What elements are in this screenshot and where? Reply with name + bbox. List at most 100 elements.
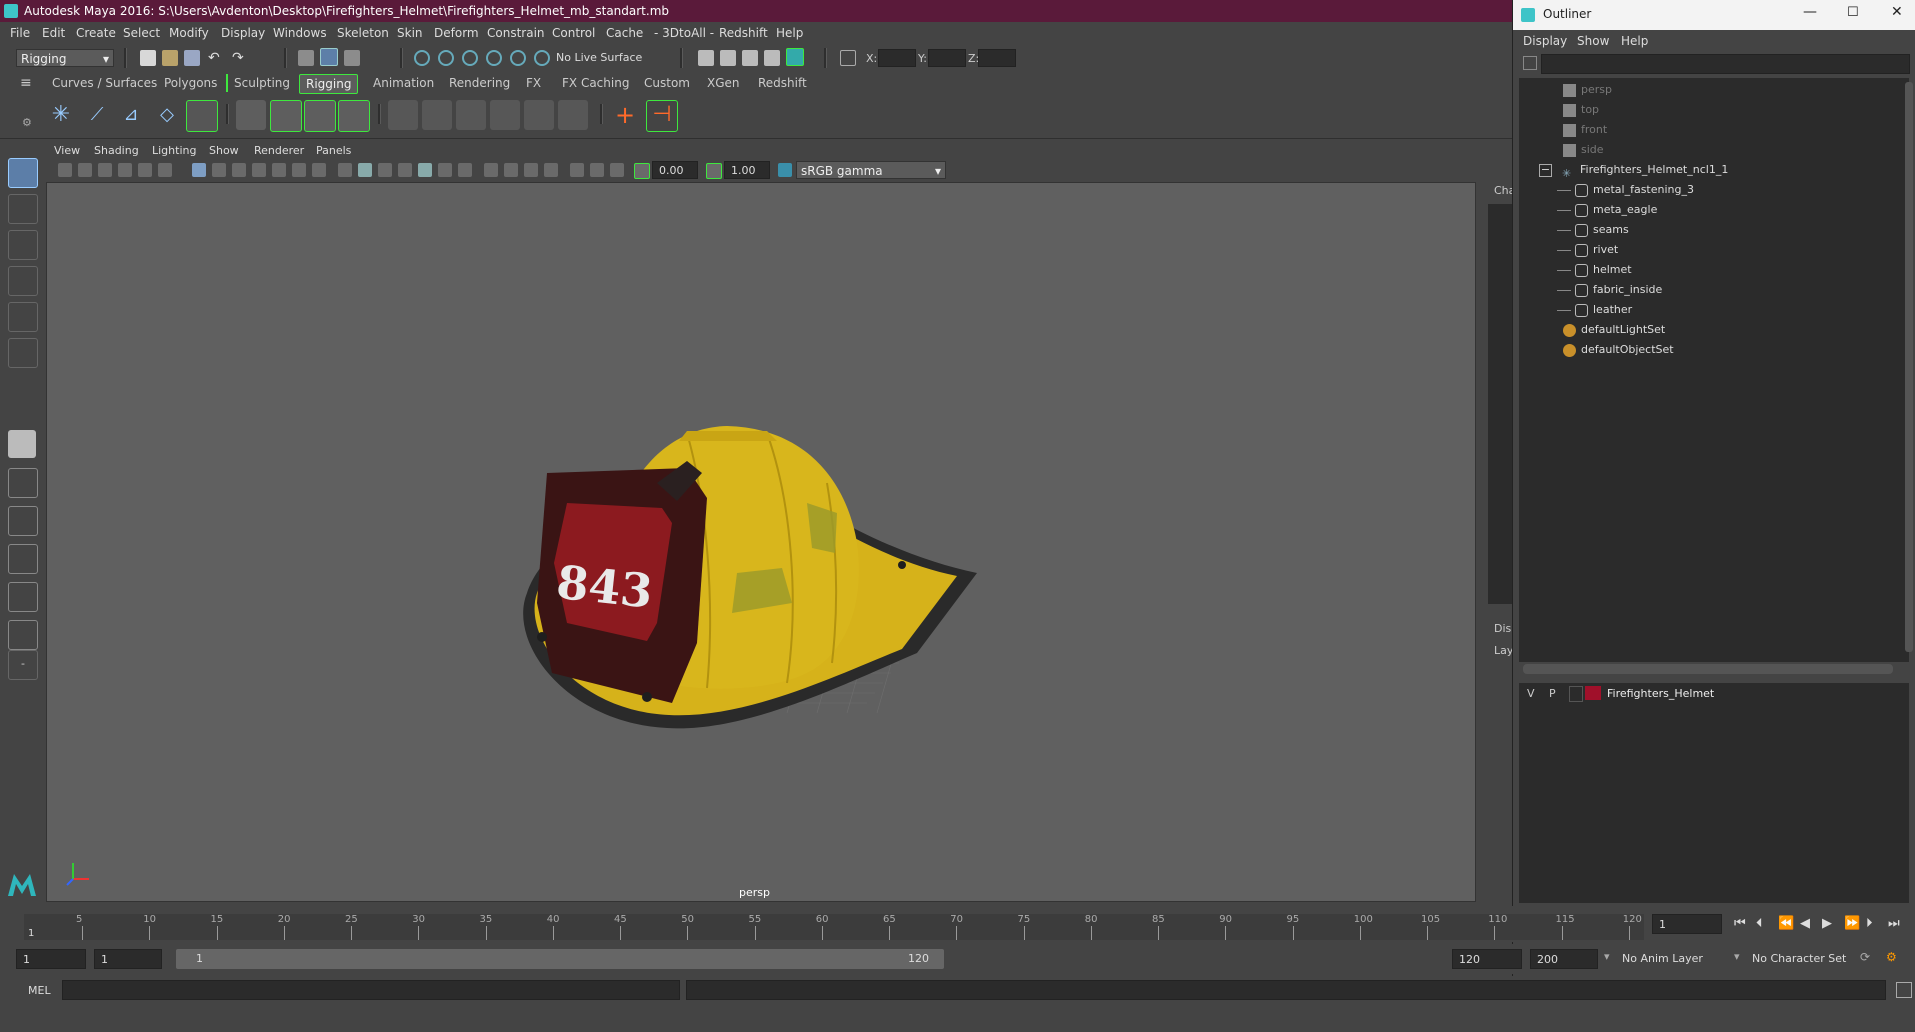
tab-rendering[interactable]: Rendering <box>443 74 516 92</box>
move-tool-icon[interactable] <box>8 266 38 296</box>
playback-end-field[interactable]: 120 <box>1452 949 1522 969</box>
select-by-component-icon[interactable] <box>344 50 360 66</box>
auto-key-icon[interactable]: ⟳ <box>1860 950 1870 964</box>
ik-handle-icon[interactable]: ⟋ <box>82 100 112 130</box>
menu-constrain[interactable]: Constrain <box>487 22 545 44</box>
depth-of-field-icon[interactable] <box>524 163 538 177</box>
menu-help[interactable]: Help <box>776 22 803 44</box>
motion-blur-icon[interactable] <box>484 163 498 177</box>
render-view-icon[interactable] <box>698 50 714 66</box>
list-item[interactable]: defaultLightSet <box>1563 320 1665 340</box>
gate-mask-icon[interactable] <box>252 163 266 177</box>
step-forward-key-icon[interactable]: ⏵ <box>1866 916 1873 931</box>
tab-custom[interactable]: Custom <box>638 74 696 92</box>
safe-title-icon[interactable] <box>312 163 326 177</box>
menu-control[interactable]: Control <box>552 22 595 44</box>
menu-file[interactable]: File <box>10 22 30 44</box>
mode-dropdown[interactable]: Rigging ▾ <box>16 49 114 67</box>
bookmark-icon[interactable] <box>98 163 112 177</box>
layer-color-swatch[interactable] <box>1585 686 1601 700</box>
point-constraint-icon[interactable] <box>388 100 418 130</box>
step-back-key-icon[interactable]: ⏴ <box>1756 916 1763 931</box>
range-slider[interactable]: 1 120 <box>176 949 944 969</box>
field-chart-icon[interactable] <box>272 163 286 177</box>
exposure-field[interactable]: 0.00 <box>652 161 698 179</box>
screen-space-ao-icon[interactable] <box>458 163 472 177</box>
layer-row[interactable]: V P Firefighters_Helmet <box>1519 683 1909 703</box>
select-camera-icon[interactable] <box>58 163 72 177</box>
layer-playback-toggle[interactable]: P <box>1549 687 1556 700</box>
y-field[interactable] <box>928 49 966 67</box>
transform-mode-icon[interactable] <box>840 50 856 66</box>
step-forward-frame-icon[interactable]: ⏩ <box>1844 916 1860 931</box>
tab-redshift[interactable]: Redshift <box>752 74 813 92</box>
menu-3dtoall[interactable]: - 3DtoAll - <box>654 22 714 44</box>
exposure-icon[interactable] <box>634 163 650 179</box>
list-item[interactable]: side <box>1563 140 1604 160</box>
outliner-search-input[interactable] <box>1541 54 1910 74</box>
menu-cache[interactable]: Cache <box>606 22 643 44</box>
collapse-icon[interactable]: − <box>1539 163 1552 177</box>
go-to-start-icon[interactable]: ⏮ <box>1734 916 1746 931</box>
panel-menu-lighting[interactable]: Lighting <box>152 142 196 160</box>
time-ruler[interactable]: 1 5 10 15 20 25 30 35 40 45 50 55 60 65 70 75 80 85 90 95 1… <box>24 914 1644 940</box>
layer-visibility-toggle[interactable]: V <box>1527 687 1535 700</box>
play-forwards-icon[interactable]: ▶ <box>1822 916 1832 931</box>
wireframe-on-shaded-icon[interactable] <box>378 163 392 177</box>
open-scene-icon[interactable] <box>162 50 178 66</box>
filter-icon[interactable] <box>1523 56 1537 70</box>
insert-joint-icon[interactable]: ◇ <box>152 100 182 130</box>
select-by-hierarchy-icon[interactable] <box>298 50 314 66</box>
anti-aliasing-icon[interactable] <box>504 163 518 177</box>
menu-edit[interactable]: Edit <box>42 22 65 44</box>
select-by-object-icon[interactable] <box>320 48 338 66</box>
single-view-layout-icon[interactable] <box>8 430 36 458</box>
color-space-dropdown[interactable]: sRGB gamma ▾ <box>796 161 946 179</box>
menu-deform[interactable]: Deform <box>434 22 479 44</box>
ipr-render-icon[interactable] <box>742 50 758 66</box>
safe-action-icon[interactable] <box>292 163 306 177</box>
cluster-icon[interactable]: ⊣ <box>646 100 678 132</box>
command-input[interactable] <box>62 980 680 1000</box>
x-field[interactable] <box>878 49 916 67</box>
camera-attributes-icon[interactable] <box>78 163 92 177</box>
grid-toggle-icon[interactable] <box>192 163 206 177</box>
list-item[interactable]: defaultObjectSet <box>1563 340 1674 360</box>
gamma-field[interactable]: 1.00 <box>724 161 770 179</box>
tab-fx[interactable]: FX <box>520 74 547 92</box>
tab-polygons[interactable]: Polygons <box>158 74 223 92</box>
snap-orthographic-icon[interactable] <box>534 50 550 66</box>
new-scene-icon[interactable] <box>140 50 156 66</box>
panel-menu-show[interactable]: Show <box>209 142 239 160</box>
maximize-icon[interactable]: ☐ <box>1847 5 1859 20</box>
vertical-scrollbar[interactable] <box>1905 82 1913 652</box>
snap-surface-icon[interactable] <box>510 50 526 66</box>
menu-select[interactable]: Select <box>123 22 160 44</box>
xray-icon[interactable] <box>570 163 584 177</box>
tab-xgen[interactable]: XGen <box>701 74 746 92</box>
parent-constraint-icon[interactable] <box>524 100 554 130</box>
joint-tool-icon[interactable]: ✳ <box>46 100 76 130</box>
menu-create[interactable]: Create <box>76 22 116 44</box>
save-scene-icon[interactable] <box>184 50 200 66</box>
rotate-tool-icon[interactable] <box>8 302 38 332</box>
orient-constraint-icon[interactable] <box>456 100 486 130</box>
list-item[interactable]: top <box>1563 100 1599 120</box>
scale-constraint-icon[interactable] <box>490 100 520 130</box>
tab-sculpting[interactable]: Sculpting <box>226 74 296 92</box>
list-item[interactable]: − ✳ Firefighters_Helmet_ncl1_1 <box>1539 160 1728 180</box>
menu-display[interactable]: Display <box>221 22 265 44</box>
wireframe-icon[interactable] <box>338 163 352 177</box>
scale-tool-icon[interactable] <box>8 338 38 368</box>
close-icon[interactable]: ✕ <box>1891 4 1903 20</box>
horizontal-scrollbar[interactable] <box>1523 664 1893 674</box>
tab-rigging[interactable]: Rigging <box>299 74 359 94</box>
tab-fx-caching[interactable]: FX Caching <box>556 74 635 92</box>
outliner-menu-display[interactable]: Display <box>1523 30 1567 52</box>
script-editor-icon[interactable] <box>1896 982 1912 998</box>
locator-icon[interactable]: + <box>610 100 640 130</box>
menu-modify[interactable]: Modify <box>169 22 209 44</box>
more-layouts-icon[interactable]: - <box>8 650 38 680</box>
shadows-icon[interactable] <box>438 163 452 177</box>
panel-menu-view[interactable]: View <box>54 142 80 160</box>
